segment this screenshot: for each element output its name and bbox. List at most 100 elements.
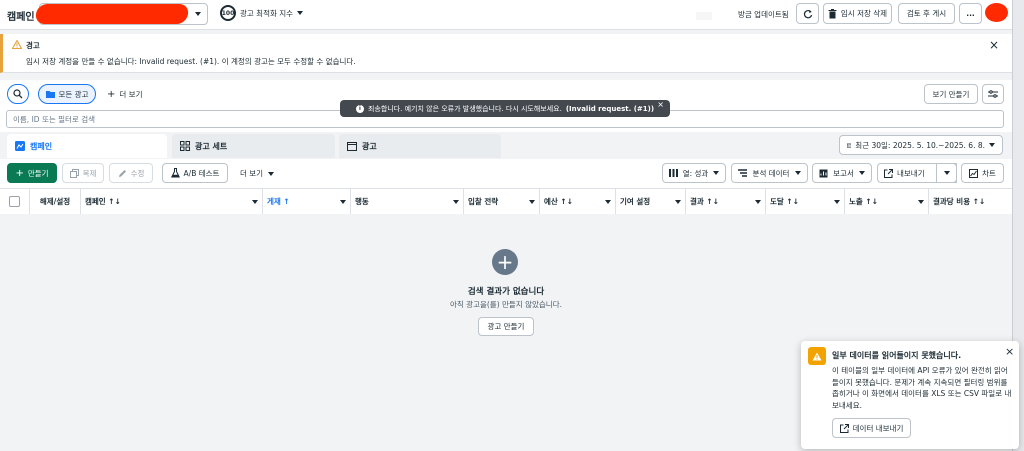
search-placeholder: 이름, ID 또는 필터로 검색 [13, 114, 96, 124]
more-views-label: 더 보기 [119, 90, 143, 99]
sliders-icon [988, 90, 998, 98]
search-button[interactable] [7, 84, 29, 104]
export-data-button[interactable]: 데이터 내보내기 [832, 418, 911, 438]
date-range-selector[interactable]: 최근 30일: 2025. 5. 10.~2025. 6. 8. [839, 135, 1003, 155]
breakdown-label: 분석 데이터 [752, 168, 790, 178]
export-icon [839, 423, 849, 433]
close-icon[interactable]: × [1005, 345, 1014, 358]
avatar[interactable] [985, 3, 1008, 22]
campaign-icon [15, 141, 25, 151]
column-header-actions[interactable]: 행동 [351, 189, 464, 214]
chevron-down-icon [252, 199, 258, 204]
review-publish-button[interactable]: 검토 후 게시 [898, 3, 955, 24]
all-ads-pill[interactable]: 모든 광고 [38, 84, 96, 104]
create-ad-button[interactable]: 광고 만들기 [478, 317, 534, 336]
ab-test-button[interactable]: A/B 테스트 [162, 163, 228, 183]
report-icon [819, 169, 828, 177]
view-settings-button[interactable] [982, 84, 1004, 104]
more-views-button[interactable]: + 더 보기 [107, 89, 142, 100]
blank-block [696, 12, 712, 20]
column-header-bid-strategy[interactable]: 입찰 전략 [464, 189, 540, 214]
column-header-delivery[interactable]: 게재 ↑ [263, 189, 351, 214]
plus-circle-icon: + [492, 249, 518, 275]
chart-icon [969, 168, 979, 178]
toast-text: 죄송합니다. 예기치 않은 오류가 발생했습니다. 다시 시도해보세요. [367, 104, 562, 113]
chevron-down-icon [605, 199, 611, 204]
columns-selector[interactable]: 열: 성과 [662, 163, 726, 183]
chevron-down-icon [834, 199, 840, 204]
more-menu-button[interactable]: ... [959, 3, 982, 24]
breakdown-selector[interactable]: 분석 데이터 [731, 163, 808, 183]
tab-adsets[interactable]: 광고 세트 [172, 134, 335, 158]
all-ads-label: 모든 광고 [58, 89, 89, 99]
top-bar: 캠페인 100 광고 최적화 지수 방금 업데이트됨 임시 저장 삭제 검토 후… [0, 0, 1012, 30]
toast-error-code: (Invalid request. (#1)) [565, 104, 655, 113]
notice-title: 일부 데이터를 읽어들이지 못했습니다. [832, 351, 962, 360]
grid-icon [180, 141, 190, 151]
close-icon[interactable]: × [657, 100, 664, 109]
chart-button[interactable]: 차트 [961, 163, 1004, 183]
plus-icon: + [15, 167, 24, 179]
tab-ads[interactable]: 광고 [339, 134, 501, 158]
optimization-score[interactable]: 100 광고 최적화 지수 [220, 5, 304, 21]
column-header-budget[interactable]: 예산 ↑↓ [540, 189, 616, 214]
close-icon[interactable]: × [989, 38, 999, 52]
export-dropdown-button[interactable] [936, 163, 957, 183]
delete-draft-label: 임시 저장 삭제 [840, 9, 888, 18]
refresh-icon [803, 9, 812, 18]
delete-draft-button[interactable]: 임시 저장 삭제 [823, 3, 892, 24]
ad-window-icon [347, 141, 357, 151]
error-toast: i 죄송합니다. 예기치 않은 오류가 발생했습니다. 다시 시도해보세요. (… [340, 100, 670, 117]
empty-title: 검색 결과가 없습니다 [467, 287, 545, 297]
chevron-down-icon [713, 171, 719, 175]
create-ad-label: 광고 만들기 [487, 322, 525, 331]
chart-label: 차트 [982, 168, 996, 178]
warning-message: 임시 저장 계정을 만들 수 없습니다: Invalid request. (#… [26, 57, 356, 66]
columns-icon [669, 169, 678, 177]
chevron-down-icon [529, 199, 535, 204]
column-header-toggle[interactable]: 해제/설정 [30, 189, 81, 214]
chevron-down-icon [195, 12, 201, 16]
warning-icon [808, 347, 826, 365]
select-all-checkbox[interactable] [9, 196, 20, 207]
create-button[interactable]: + 만들기 [7, 163, 57, 183]
plus-icon: + [107, 89, 116, 100]
chevron-down-icon [918, 199, 924, 204]
score-badge: 100 [220, 5, 236, 21]
edit-button[interactable]: 수정 [109, 163, 153, 183]
tab-label: 광고 세트 [195, 141, 228, 151]
reports-label: 보고서 [833, 168, 854, 178]
date-range-text: 최근 30일: 2025. 5. 10.~2025. 6. 8. [855, 140, 985, 150]
chevron-down-icon [794, 171, 801, 175]
column-header-results[interactable]: 결과 ↑↓ [686, 189, 766, 214]
review-publish-label: 검토 후 게시 [906, 9, 947, 18]
duplicate-button[interactable]: 복제 [62, 163, 104, 183]
pencil-icon [118, 169, 126, 177]
score-label: 광고 최적화 지수 [240, 8, 294, 18]
reports-selector[interactable]: 보고서 [812, 163, 872, 183]
chevron-down-icon [268, 171, 275, 176]
column-header-campaign[interactable]: 캠페인 ↑↓ [81, 189, 263, 214]
last-updated-text: 방금 업데이트됨 [738, 10, 789, 19]
more-actions-label: 더 보기 [240, 169, 264, 178]
column-header-reach[interactable]: 도달 ↑↓ [766, 189, 845, 214]
chevron-down-icon [675, 199, 681, 204]
warning-banner: 경고 임시 저장 계정을 만들 수 없습니다: Invalid request.… [0, 34, 1012, 73]
column-header-cost-per-result[interactable]: 결과당 비용 ↑↓ [929, 189, 1012, 214]
search-icon [13, 89, 23, 99]
more-icon: ... [966, 9, 975, 18]
tab-label: 광고 [362, 141, 377, 151]
tab-campaigns[interactable]: 캠페인 [7, 134, 167, 158]
more-actions-button[interactable]: 더 보기 [240, 168, 275, 179]
chevron-down-icon [989, 143, 995, 147]
column-header-impressions[interactable]: 노출 ↑↓ [845, 189, 929, 214]
column-header-attribution[interactable]: 기여 설정 [616, 189, 686, 214]
refresh-button[interactable] [796, 3, 819, 24]
folder-icon [45, 91, 55, 98]
create-view-button[interactable]: 보기 만들기 [924, 84, 978, 104]
empty-subtitle: 아직 광고을(를) 만들지 않았습니다. [450, 300, 562, 309]
duplicate-label: 복제 [82, 168, 97, 178]
redaction-mark [34, 4, 190, 24]
chevron-down-icon [943, 171, 950, 175]
select-all-cell [0, 189, 30, 214]
